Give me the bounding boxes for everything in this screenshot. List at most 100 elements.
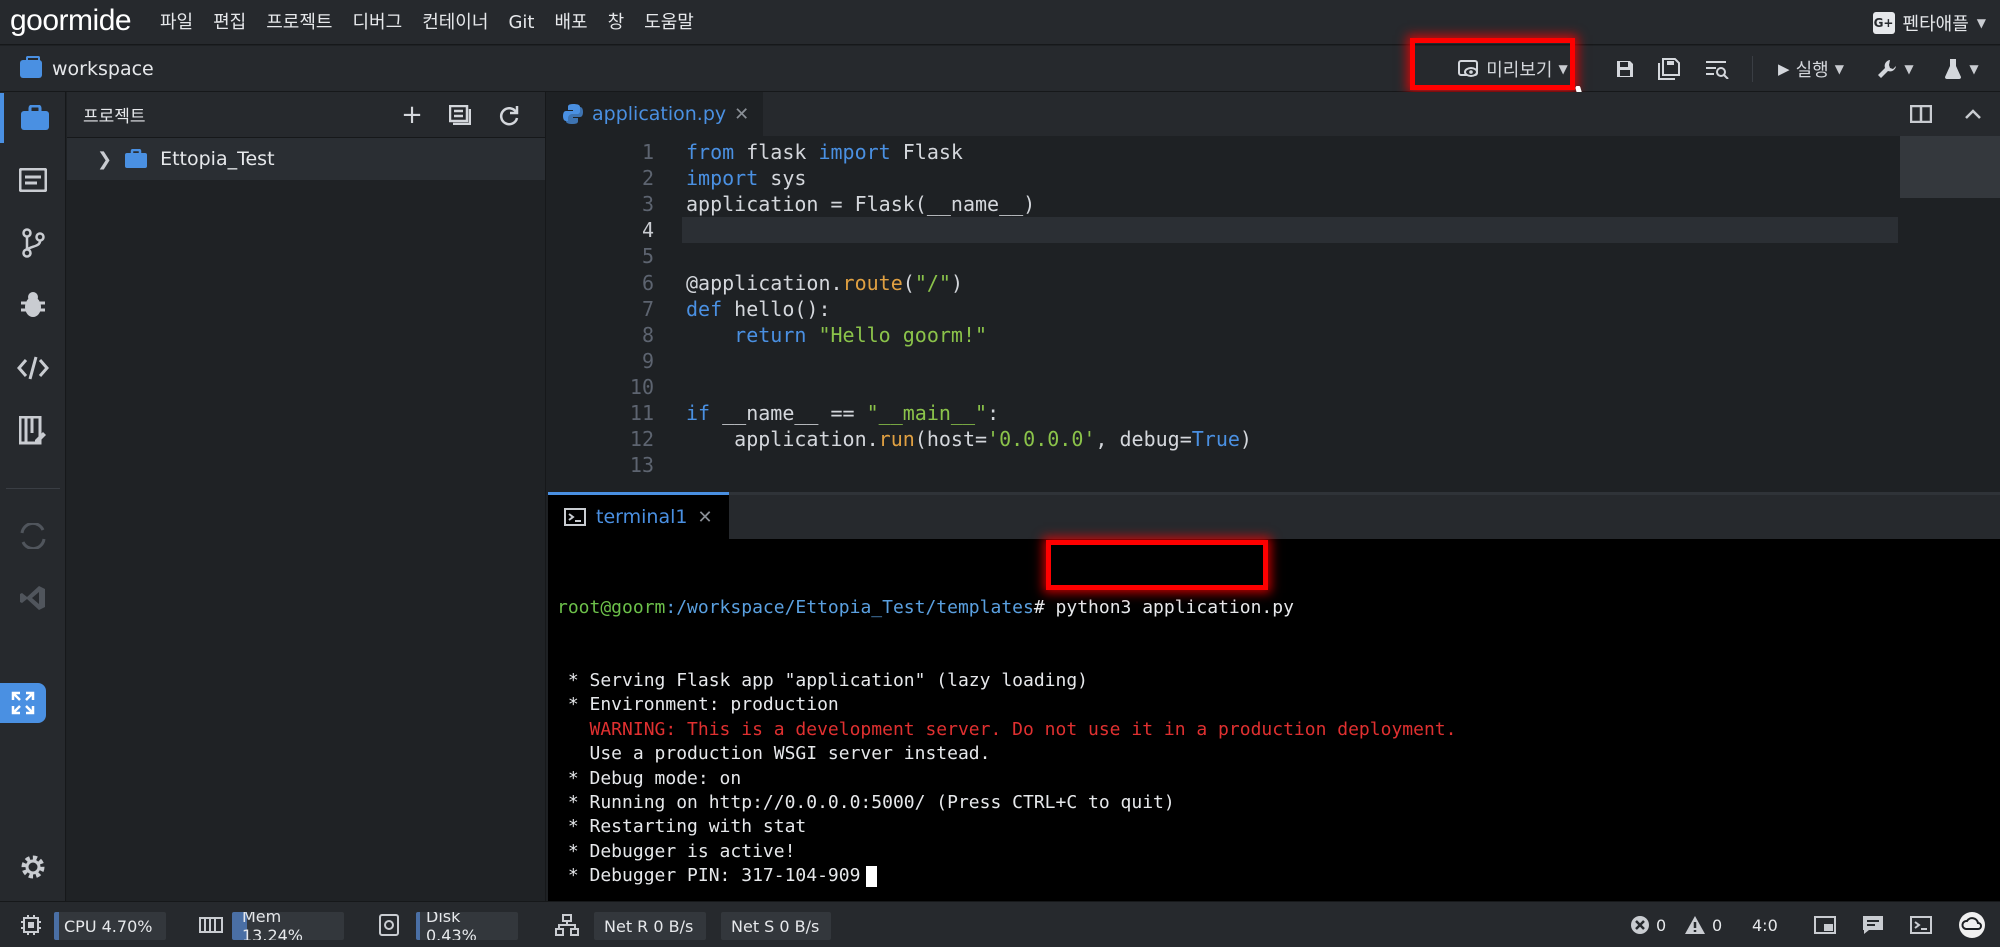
python-icon <box>563 104 583 124</box>
menu-item[interactable]: 컨테이너 <box>412 0 498 45</box>
terminal-line: * Debug mode: on <box>557 767 1456 791</box>
cloud-icon <box>1959 912 1985 938</box>
status-bar: CPU 4.70% Mem 13.24% Disk 0.43% Net R 0 … <box>0 901 2000 947</box>
code-text: application.run(host='0.0.0.0', debug=Tr… <box>686 427 1252 452</box>
code-line: 1 from flask import Flask <box>548 139 1898 165</box>
tab-label: application.py <box>592 103 727 125</box>
disk-icon <box>374 902 404 947</box>
run-button[interactable]: ▶ 실행 ▼ <box>1768 46 1854 92</box>
code-line: 12 application.run(host='0.0.0.0', debug… <box>548 426 1898 452</box>
code-line: 10 <box>548 374 1898 400</box>
terminal-line-text: Use a production WSGI server instead. <box>557 743 991 765</box>
chevron-up-icon <box>1965 109 1981 119</box>
sync-icon <box>20 523 46 549</box>
chat-button[interactable] <box>1862 902 1884 947</box>
git-button[interactable] <box>0 218 66 268</box>
save-icon <box>1617 61 1633 77</box>
code-text: application = Flask(__name__) <box>686 192 1036 217</box>
collapse-all-icon[interactable] <box>445 92 475 138</box>
vscode-button[interactable] <box>0 573 66 623</box>
terminal-line-text: WARNING: This is a development server. D… <box>557 718 1457 740</box>
split-view-icon <box>1910 105 1932 123</box>
play-icon: ▶ <box>1778 60 1790 78</box>
menu-item[interactable]: Git <box>498 0 544 45</box>
terminal-line-text: * Restarting with stat <box>557 816 807 838</box>
close-icon[interactable]: ✕ <box>734 104 749 125</box>
menu-item[interactable]: 디버그 <box>343 0 413 45</box>
tab-terminal1[interactable]: terminal1 ✕ <box>548 492 729 539</box>
line-number: 5 <box>641 244 654 269</box>
line-number: 3 <box>641 192 654 217</box>
terminal-line: * Debugger PIN: 317-104-909 <box>557 864 1456 888</box>
terminal-output[interactable]: root@goorm:/workspace/Ettopia_Test/templ… <box>557 547 1456 938</box>
code-line: 6 @application.route("/") <box>548 270 1898 296</box>
code-editor: application.py ✕ 1 from flask import Flas… <box>548 92 2000 492</box>
split-editor-button[interactable] <box>1910 92 1940 136</box>
prompt-user: root@goorm <box>557 596 666 618</box>
line-number: 4 <box>641 218 654 243</box>
cheatsheet-button[interactable] <box>0 406 66 456</box>
terminal-line-text: * Debug mode: on <box>557 767 742 789</box>
cursor-position-label: 4:0 <box>1752 915 1778 935</box>
prompt-path: :/workspace/Ettopia_Test/templates <box>665 596 1034 618</box>
document-list-icon <box>19 168 47 192</box>
disk-usage: Disk 0.43% <box>416 912 518 940</box>
code-line: 9 <box>548 348 1898 374</box>
build-button[interactable]: ▼ <box>1872 46 1918 92</box>
code-line: 8 return "Hello goorm!" <box>548 322 1898 348</box>
terminal-toggle-button[interactable] <box>1910 902 1932 947</box>
chevron-down-icon: ▼ <box>1976 15 1986 30</box>
cloud-button[interactable] <box>1958 902 1986 947</box>
error-count[interactable]: 0 <box>1630 902 1666 947</box>
menu-item[interactable]: 배포 <box>544 0 597 45</box>
line-number: 1 <box>641 140 654 164</box>
line-number: 10 <box>629 374 654 399</box>
tab-application-py[interactable]: application.py ✕ <box>548 92 764 136</box>
activity-bar <box>0 92 66 901</box>
cpu-usage-bar <box>54 912 59 940</box>
warning-count[interactable]: 0 <box>1684 902 1722 947</box>
add-icon[interactable]: + <box>397 92 427 138</box>
outline-button[interactable] <box>0 155 66 205</box>
test-button[interactable]: ▼ <box>1938 46 1984 92</box>
user-menu[interactable]: G+ 펜타애플 ▼ <box>1872 0 1986 45</box>
code-area[interactable]: 1 from flask import Flask 2 import sys 3 appl… <box>548 136 2000 492</box>
line-number: 8 <box>641 322 654 347</box>
tree-item-project[interactable]: ❯ Ettopia_Test <box>67 138 545 180</box>
workspace-indicator[interactable]: workspace <box>20 46 154 92</box>
close-icon[interactable]: ✕ <box>697 507 712 528</box>
picture-in-picture-icon <box>1814 916 1836 934</box>
activity-divider <box>6 488 60 489</box>
find-button[interactable] <box>1700 46 1734 92</box>
line-number: 2 <box>641 166 654 191</box>
menu-item[interactable]: 편집 <box>203 0 256 45</box>
fullscreen-toggle-button[interactable] <box>0 683 46 723</box>
code-line: 5 <box>548 243 1898 269</box>
expand-icon <box>11 691 35 715</box>
settings-button[interactable] <box>0 842 66 892</box>
chat-icon <box>1863 916 1883 934</box>
terminal-line: WARNING: This is a development server. D… <box>557 718 1457 742</box>
sync-button[interactable] <box>0 511 66 561</box>
layout-button[interactable] <box>1814 902 1836 947</box>
net-receive: Net R 0 B/s <box>594 912 706 940</box>
menu-item[interactable]: 파일 <box>150 0 203 45</box>
disk-usage-bar <box>416 912 420 940</box>
project-explorer-button[interactable] <box>0 93 66 143</box>
memory-usage: Mem 13.24% <box>232 912 344 940</box>
project-panel: 프로젝트 + ❯ Ettopia_Test <box>67 92 546 901</box>
code-line: 11 if __name__ == "__main__": <box>548 400 1898 426</box>
menu-item[interactable]: 창 <box>598 0 635 45</box>
debug-button[interactable] <box>0 280 66 330</box>
main-menu: 파일 편집 프로젝트 디버그 컨테이너 Git 배포 창 도움말 <box>150 0 704 45</box>
code-snippet-button[interactable] <box>0 343 66 393</box>
menu-item[interactable]: 도움말 <box>634 0 704 45</box>
goormide-logo[interactable]: goormide <box>0 0 150 45</box>
refresh-icon[interactable] <box>494 92 524 138</box>
menu-item[interactable]: 프로젝트 <box>256 0 342 45</box>
cursor-position[interactable]: 4:0 <box>1752 902 1778 947</box>
collapse-editor-button[interactable] <box>1958 92 1988 136</box>
minimap[interactable] <box>1900 136 2000 198</box>
google-plus-icon: G+ <box>1872 11 1895 34</box>
code-text: import sys <box>686 166 807 191</box>
